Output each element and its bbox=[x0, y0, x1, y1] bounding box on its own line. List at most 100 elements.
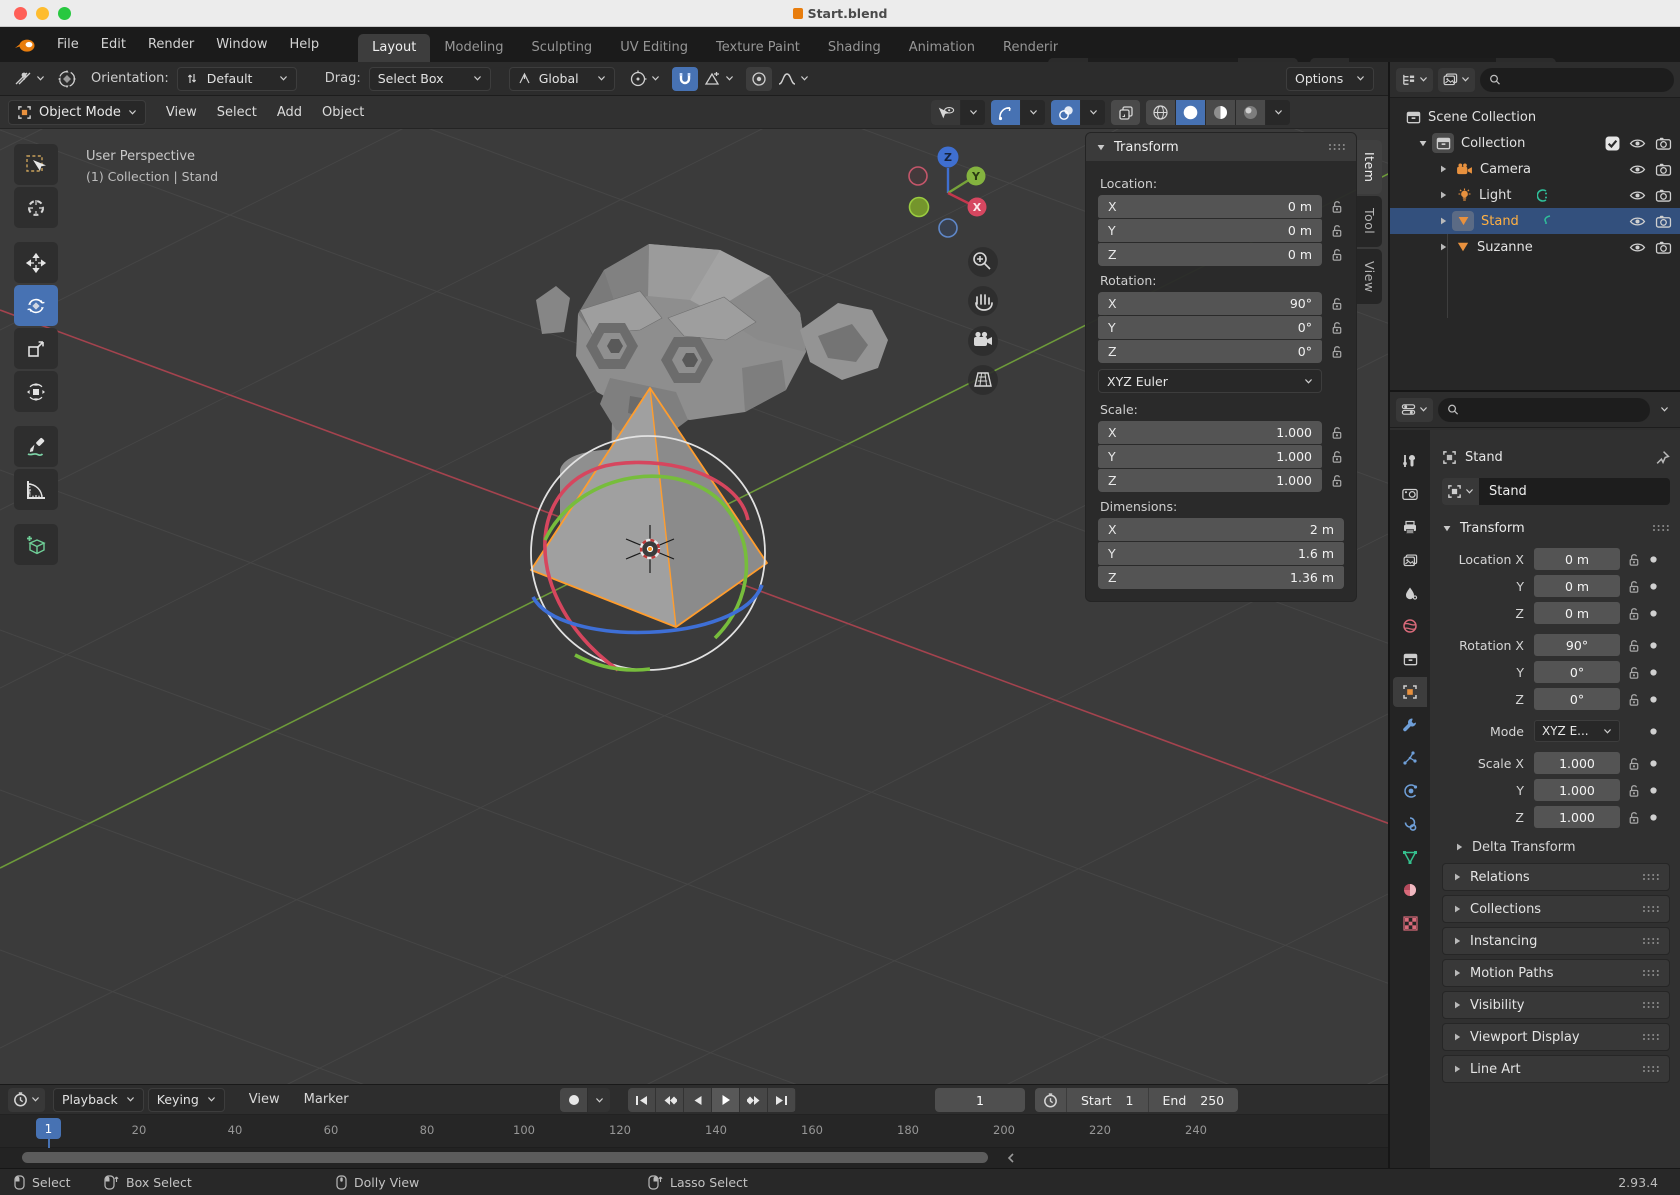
tab-sculpting[interactable]: Sculpting bbox=[517, 34, 606, 62]
auto-keying-record-button[interactable] bbox=[560, 1088, 587, 1112]
animate-dot-icon[interactable] bbox=[1646, 693, 1660, 706]
tab-modeling[interactable]: Modeling bbox=[430, 34, 517, 62]
lock-icon[interactable] bbox=[1328, 449, 1344, 464]
lock-icon[interactable] bbox=[1620, 638, 1646, 653]
outliner-display-mode-dropdown[interactable] bbox=[1438, 68, 1475, 92]
transform-props-header[interactable]: Transform bbox=[1442, 515, 1670, 541]
hide-in-viewport-icon[interactable] bbox=[1629, 215, 1646, 228]
viewport-menu-object[interactable]: Object bbox=[312, 105, 374, 120]
rotation-y-field[interactable]: Y0° bbox=[1098, 316, 1322, 339]
row-scene-collection[interactable]: Scene Collection bbox=[1390, 104, 1680, 130]
value-field[interactable]: 0° bbox=[1534, 661, 1620, 683]
menu-render[interactable]: Render bbox=[137, 27, 205, 62]
hide-in-viewport-icon[interactable] bbox=[1629, 189, 1646, 202]
tab-collection-properties[interactable] bbox=[1393, 644, 1427, 674]
prev-frame-button[interactable] bbox=[684, 1088, 711, 1112]
next-keyframe-button[interactable] bbox=[740, 1088, 767, 1112]
tab-modifier-properties[interactable] bbox=[1393, 710, 1427, 740]
animate-dot-icon[interactable] bbox=[1646, 666, 1660, 679]
lock-icon[interactable] bbox=[1328, 425, 1344, 440]
value-field[interactable]: 0° bbox=[1534, 688, 1620, 710]
shading-dropdown-chevron[interactable] bbox=[1266, 100, 1290, 125]
section-line-art[interactable]: Line Art bbox=[1442, 1055, 1670, 1083]
disable-in-render-icon[interactable] bbox=[1655, 137, 1672, 150]
playhead-badge[interactable]: 1 bbox=[36, 1118, 61, 1139]
transform-panel-header[interactable]: Transform bbox=[1086, 133, 1356, 161]
lock-icon[interactable] bbox=[1328, 473, 1344, 488]
tool-move[interactable] bbox=[14, 242, 58, 283]
dimensions-y-field[interactable]: Y1.6 m bbox=[1098, 542, 1344, 565]
tab-animation[interactable]: Animation bbox=[895, 34, 989, 62]
active-tool-icon[interactable] bbox=[8, 67, 51, 91]
value-field[interactable]: 0 m bbox=[1534, 602, 1620, 624]
animate-dot-icon[interactable] bbox=[1646, 725, 1660, 738]
camera-view-button[interactable] bbox=[968, 326, 998, 356]
frame-end-field[interactable]: End250 bbox=[1149, 1088, 1239, 1112]
lock-icon[interactable] bbox=[1328, 344, 1344, 359]
transform-orientation-dropdown[interactable]: Global bbox=[509, 67, 615, 91]
jump-to-start-button[interactable] bbox=[628, 1088, 655, 1112]
shading-solid-icon[interactable] bbox=[1176, 100, 1205, 125]
animate-dot-icon[interactable] bbox=[1646, 639, 1660, 652]
rotation-z-field[interactable]: Z0° bbox=[1098, 340, 1322, 363]
tab-constraint-properties[interactable] bbox=[1393, 809, 1427, 839]
pivot-point-icon[interactable] bbox=[623, 67, 666, 91]
options-dropdown[interactable]: Options bbox=[1286, 67, 1374, 91]
viewport-menu-add[interactable]: Add bbox=[267, 105, 312, 120]
tab-object-properties[interactable] bbox=[1393, 677, 1427, 707]
checkbox-icon[interactable] bbox=[1605, 136, 1620, 151]
section-collections[interactable]: Collections bbox=[1442, 895, 1670, 923]
sidebar-tab-view[interactable]: View bbox=[1357, 249, 1382, 305]
viewport-menu-view[interactable]: View bbox=[156, 105, 207, 120]
value-field[interactable]: 1.000 bbox=[1534, 752, 1620, 774]
lock-icon[interactable] bbox=[1328, 247, 1344, 262]
lock-icon[interactable] bbox=[1620, 552, 1646, 567]
lock-icon[interactable] bbox=[1328, 296, 1344, 311]
viewport-menu-select[interactable]: Select bbox=[207, 105, 267, 120]
section-instancing[interactable]: Instancing bbox=[1442, 927, 1670, 955]
timeline-ruler[interactable]: 1 20 40 60 80 100 120 140 160 180 200 22… bbox=[0, 1115, 1388, 1148]
use-preview-range-icon[interactable] bbox=[1035, 1088, 1066, 1112]
rotation-x-field[interactable]: X90° bbox=[1098, 292, 1322, 315]
lock-icon[interactable] bbox=[1620, 756, 1646, 771]
proportional-falloff-icon[interactable] bbox=[772, 67, 815, 91]
tab-layout[interactable]: Layout bbox=[358, 34, 430, 62]
lock-icon[interactable] bbox=[1620, 810, 1646, 825]
snap-toggle[interactable] bbox=[672, 67, 698, 91]
outliner-editor-type-dropdown[interactable] bbox=[1396, 68, 1433, 92]
properties-filter-chevron[interactable] bbox=[1655, 398, 1674, 422]
location-x-field[interactable]: X0 m bbox=[1098, 195, 1322, 218]
dimensions-x-field[interactable]: X2 m bbox=[1098, 518, 1344, 541]
row-light[interactable]: Light bbox=[1390, 182, 1680, 208]
tab-texture-properties[interactable] bbox=[1393, 908, 1427, 938]
disable-in-render-icon[interactable] bbox=[1655, 189, 1672, 202]
zoom-view-button[interactable] bbox=[968, 247, 998, 277]
location-y-field[interactable]: Y0 m bbox=[1098, 219, 1322, 242]
show-overlays-icon[interactable] bbox=[1051, 100, 1080, 125]
scale-z-field[interactable]: Z1.000 bbox=[1098, 469, 1322, 492]
section-motion-paths[interactable]: Motion Paths bbox=[1442, 959, 1670, 987]
sidebar-tab-item[interactable]: Item bbox=[1357, 140, 1382, 194]
delta-transform-panel[interactable]: Delta Transform bbox=[1454, 835, 1670, 859]
value-field[interactable]: 1.000 bbox=[1534, 779, 1620, 801]
show-gizmos-icon[interactable] bbox=[991, 100, 1020, 125]
section-viewport-display[interactable]: Viewport Display bbox=[1442, 1023, 1670, 1051]
tool-cursor[interactable] bbox=[14, 187, 58, 228]
menu-edit[interactable]: Edit bbox=[90, 27, 137, 62]
outliner-search[interactable] bbox=[1480, 68, 1674, 92]
lock-icon[interactable] bbox=[1620, 665, 1646, 680]
gizmos-dropdown-chevron[interactable] bbox=[1021, 100, 1045, 125]
orientation-dropdown[interactable]: Default bbox=[177, 67, 297, 91]
menu-file[interactable]: File bbox=[46, 27, 90, 62]
lock-icon[interactable] bbox=[1328, 320, 1344, 335]
menu-help[interactable]: Help bbox=[279, 27, 331, 62]
lock-icon[interactable] bbox=[1620, 783, 1646, 798]
menu-window[interactable]: Window bbox=[205, 27, 278, 62]
location-z-field[interactable]: Z0 m bbox=[1098, 243, 1322, 266]
shading-wireframe-icon[interactable] bbox=[1146, 100, 1175, 125]
dimensions-z-field[interactable]: Z1.36 m bbox=[1098, 566, 1344, 589]
properties-editor-type-dropdown[interactable] bbox=[1396, 398, 1433, 422]
tool-transform[interactable] bbox=[14, 371, 58, 412]
lock-icon[interactable] bbox=[1328, 223, 1344, 238]
value-field[interactable]: 1.000 bbox=[1534, 806, 1620, 828]
